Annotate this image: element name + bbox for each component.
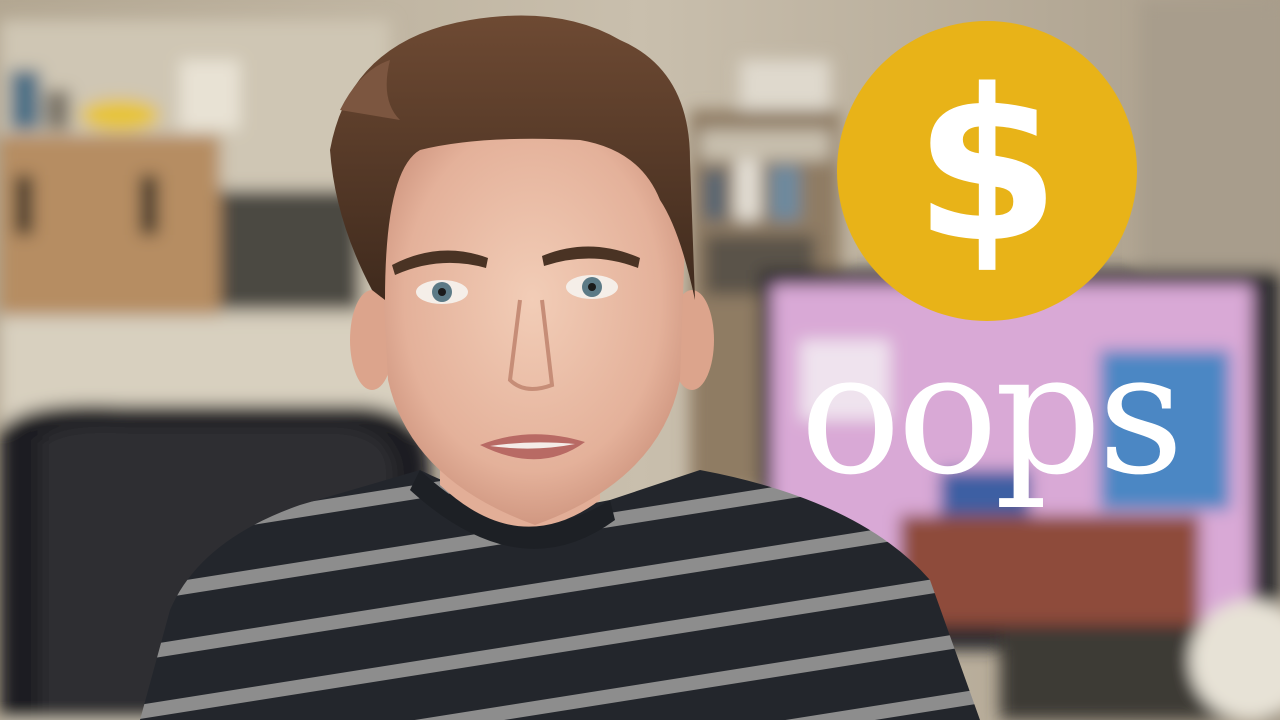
coin-dollar-symbol: $ <box>913 44 1061 289</box>
thumbnail-scene: $ oops <box>0 0 1280 720</box>
oops-caption: oops <box>799 316 1184 512</box>
